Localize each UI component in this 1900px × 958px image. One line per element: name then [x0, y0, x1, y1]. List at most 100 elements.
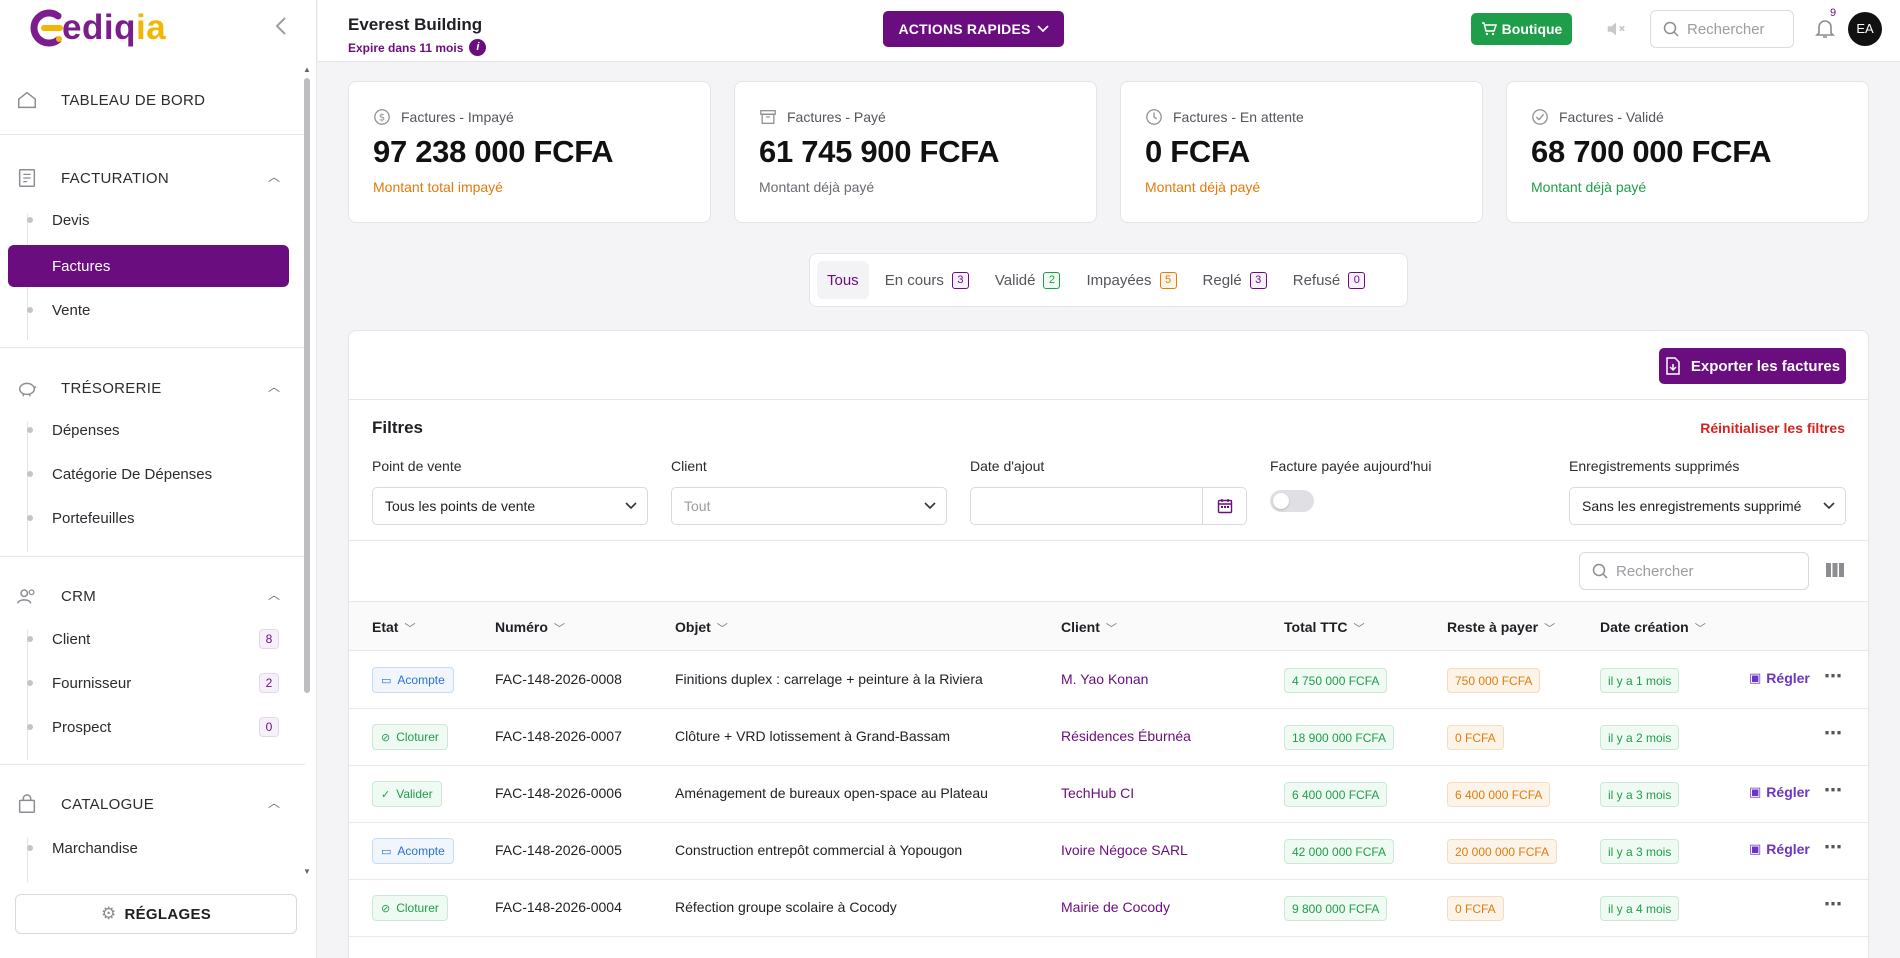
- ediqia-logo[interactable]: ediqia: [28, 8, 166, 48]
- quick-actions-label: ACTIONS RAPIDES: [898, 21, 1031, 37]
- table-row[interactable]: ▭ Acompte FAC-148-2026-0008 Finitions duple…: [349, 652, 1868, 709]
- deleted-records-select[interactable]: Sans les enregistrements supprimé: [1569, 487, 1846, 525]
- stat-card-title-text: Factures - En attente: [1173, 109, 1304, 125]
- sidebar-item-portefeuilles[interactable]: Portefeuilles: [8, 497, 289, 539]
- tab-tous[interactable]: Tous: [817, 261, 869, 299]
- scroll-up-icon[interactable]: ▲: [303, 66, 311, 74]
- table-search-input[interactable]: [1616, 562, 1796, 580]
- chevron-down-icon: [924, 499, 936, 513]
- sidebar-item-fournisseur[interactable]: Fournisseur 2: [8, 662, 289, 704]
- remaining-badge: 0 FCFA: [1447, 896, 1504, 921]
- column-header-numero[interactable]: Numéro ﹀: [495, 619, 565, 636]
- global-search[interactable]: [1650, 10, 1794, 48]
- table-row[interactable]: ⊘ Cloturer FAC-148-2026-0004 Réfection grou…: [349, 880, 1868, 937]
- table-search[interactable]: [1579, 552, 1809, 590]
- column-header-objet[interactable]: Objet ﹀: [675, 619, 728, 636]
- invoice-number[interactable]: FAC-148-2026-0008: [495, 671, 622, 687]
- sidebar-item-client[interactable]: Client 8: [8, 618, 289, 660]
- info-icon[interactable]: i: [469, 39, 487, 56]
- regler-button[interactable]: ▣ Régler: [1749, 841, 1810, 857]
- sidebar-section-facturation[interactable]: FACTURATION ︿: [15, 164, 290, 192]
- sidebar-scrollbar[interactable]: ▲ ▼: [303, 62, 311, 882]
- tab-regle[interactable]: Reglé 3: [1193, 261, 1277, 299]
- total-ttc-badge: 42 000 000 FCFA: [1284, 839, 1395, 864]
- bell-icon[interactable]: [1813, 16, 1839, 42]
- global-search-input[interactable]: [1687, 20, 1787, 38]
- invoice-number[interactable]: FAC-148-2026-0007: [495, 728, 622, 744]
- stat-card-value: 68 700 000 FCFA: [1531, 134, 1772, 169]
- shop-button[interactable]: Boutique: [1471, 13, 1572, 45]
- sidebar-item-vente[interactable]: Vente: [8, 289, 289, 331]
- sidebar-item-factures[interactable]: Factures: [8, 245, 289, 287]
- quick-actions-button[interactable]: ACTIONS RAPIDES: [883, 11, 1064, 47]
- date-ajout-input[interactable]: [970, 487, 1247, 525]
- stat-card-subtitle: Montant déjà payé: [1531, 179, 1647, 195]
- piggy-bank-icon: [15, 376, 39, 400]
- column-header-reste[interactable]: Reste à payer ﹀: [1447, 619, 1555, 636]
- sidebar-item-devis[interactable]: Devis: [8, 199, 289, 241]
- sidebar-item-dashboard[interactable]: TABLEAU DE BORD: [15, 86, 290, 114]
- client-link[interactable]: M. Yao Konan: [1061, 671, 1148, 687]
- table-row[interactable]: ✓ Valider FAC-148-2026-0006 Aménagement de …: [349, 766, 1868, 823]
- column-header-client[interactable]: Client ﹀: [1061, 619, 1117, 636]
- collapse-sidebar-button[interactable]: [270, 16, 292, 40]
- client-select[interactable]: Tout: [671, 487, 947, 525]
- export-invoices-button[interactable]: Exporter les factures: [1659, 348, 1846, 384]
- more-options-icon[interactable]: ⋯: [1824, 723, 1843, 744]
- chevron-down-icon: [1823, 499, 1835, 513]
- status-badge: ✓ Valider: [372, 781, 442, 807]
- client-link[interactable]: TechHub CI: [1061, 785, 1134, 801]
- regler-button[interactable]: ▣ Régler: [1749, 670, 1810, 686]
- sidebar-item-prospect[interactable]: Prospect 0: [8, 706, 289, 748]
- select-value: Sans les enregistrements supprimé: [1582, 498, 1802, 514]
- settings-label: RÉGLAGES: [124, 905, 212, 923]
- count-badge: 2: [259, 673, 279, 693]
- table-row[interactable]: ⊘ Cloturer FAC-148-2026-0007 Clôture + VRD …: [349, 709, 1868, 766]
- column-header-etat[interactable]: Etat ﹀: [372, 619, 415, 636]
- sidebar-section-tresorerie[interactable]: TRÉSORERIE ︿: [15, 374, 290, 402]
- sidebar-item-label: Marchandise: [52, 839, 138, 857]
- client-link[interactable]: Mairie de Cocody: [1061, 899, 1170, 915]
- settings-button[interactable]: ⚙ RÉGLAGES: [15, 894, 297, 934]
- reset-filters-link[interactable]: Réinitialiser les filtres: [1700, 420, 1845, 436]
- divider: [349, 399, 1868, 400]
- columns-icon[interactable]: [1825, 561, 1845, 581]
- regler-button[interactable]: ▣ Régler: [1749, 784, 1810, 800]
- tab-valide[interactable]: Validé 2: [985, 261, 1071, 299]
- bullet: [27, 845, 33, 851]
- invoice-number[interactable]: FAC-148-2026-0004: [495, 899, 622, 915]
- paid-today-toggle[interactable]: [1270, 490, 1314, 512]
- created-date-badge: il y a 1 mois: [1600, 668, 1680, 693]
- more-options-icon[interactable]: ⋯: [1824, 894, 1843, 915]
- more-options-icon[interactable]: ⋯: [1824, 837, 1843, 858]
- client-link[interactable]: Ivoire Négoce SARL: [1061, 842, 1188, 858]
- point-de-vente-select[interactable]: Tous les points de vente: [372, 487, 648, 525]
- more-options-icon[interactable]: ⋯: [1824, 780, 1843, 801]
- sidebar-section-catalogue[interactable]: CATALOGUE ︿: [15, 790, 290, 818]
- speaker-muted-icon[interactable]: [1605, 18, 1629, 42]
- scroll-down-icon[interactable]: ▼: [303, 868, 311, 876]
- sort-icon: ﹀: [1353, 623, 1365, 635]
- sidebar-item-marchandise[interactable]: Marchandise: [8, 827, 289, 869]
- table-row[interactable]: ▭ Acompte FAC-148-2026-0005 Construction en…: [349, 823, 1868, 880]
- sidebar-item-categorie-depenses[interactable]: Catégorie De Dépenses: [8, 453, 289, 495]
- calendar-icon[interactable]: [1202, 488, 1246, 524]
- column-header-date[interactable]: Date création ﹀: [1600, 619, 1706, 636]
- more-options-icon[interactable]: ⋯: [1824, 666, 1843, 687]
- sidebar-section-crm[interactable]: CRM ︿: [15, 582, 290, 610]
- status-label: Acompte: [397, 673, 445, 687]
- tab-refuse[interactable]: Refusé 0: [1283, 261, 1376, 299]
- divider: [0, 764, 305, 765]
- select-placeholder: Tout: [684, 498, 711, 514]
- scroll-thumb[interactable]: [304, 78, 310, 693]
- tab-en-cours[interactable]: En cours 3: [875, 261, 979, 299]
- avatar[interactable]: EA: [1848, 12, 1882, 46]
- filter-label: Facture payée aujourd'hui: [1270, 458, 1432, 474]
- tab-impayees[interactable]: Impayées 5: [1076, 261, 1186, 299]
- invoice-number[interactable]: FAC-148-2026-0005: [495, 842, 622, 858]
- column-header-total[interactable]: Total TTC ﹀: [1284, 619, 1365, 636]
- regler-label: Régler: [1766, 841, 1810, 857]
- sidebar-item-depenses[interactable]: Dépenses: [8, 409, 289, 451]
- client-link[interactable]: Résidences Éburnéa: [1061, 728, 1191, 744]
- invoice-number[interactable]: FAC-148-2026-0006: [495, 785, 622, 801]
